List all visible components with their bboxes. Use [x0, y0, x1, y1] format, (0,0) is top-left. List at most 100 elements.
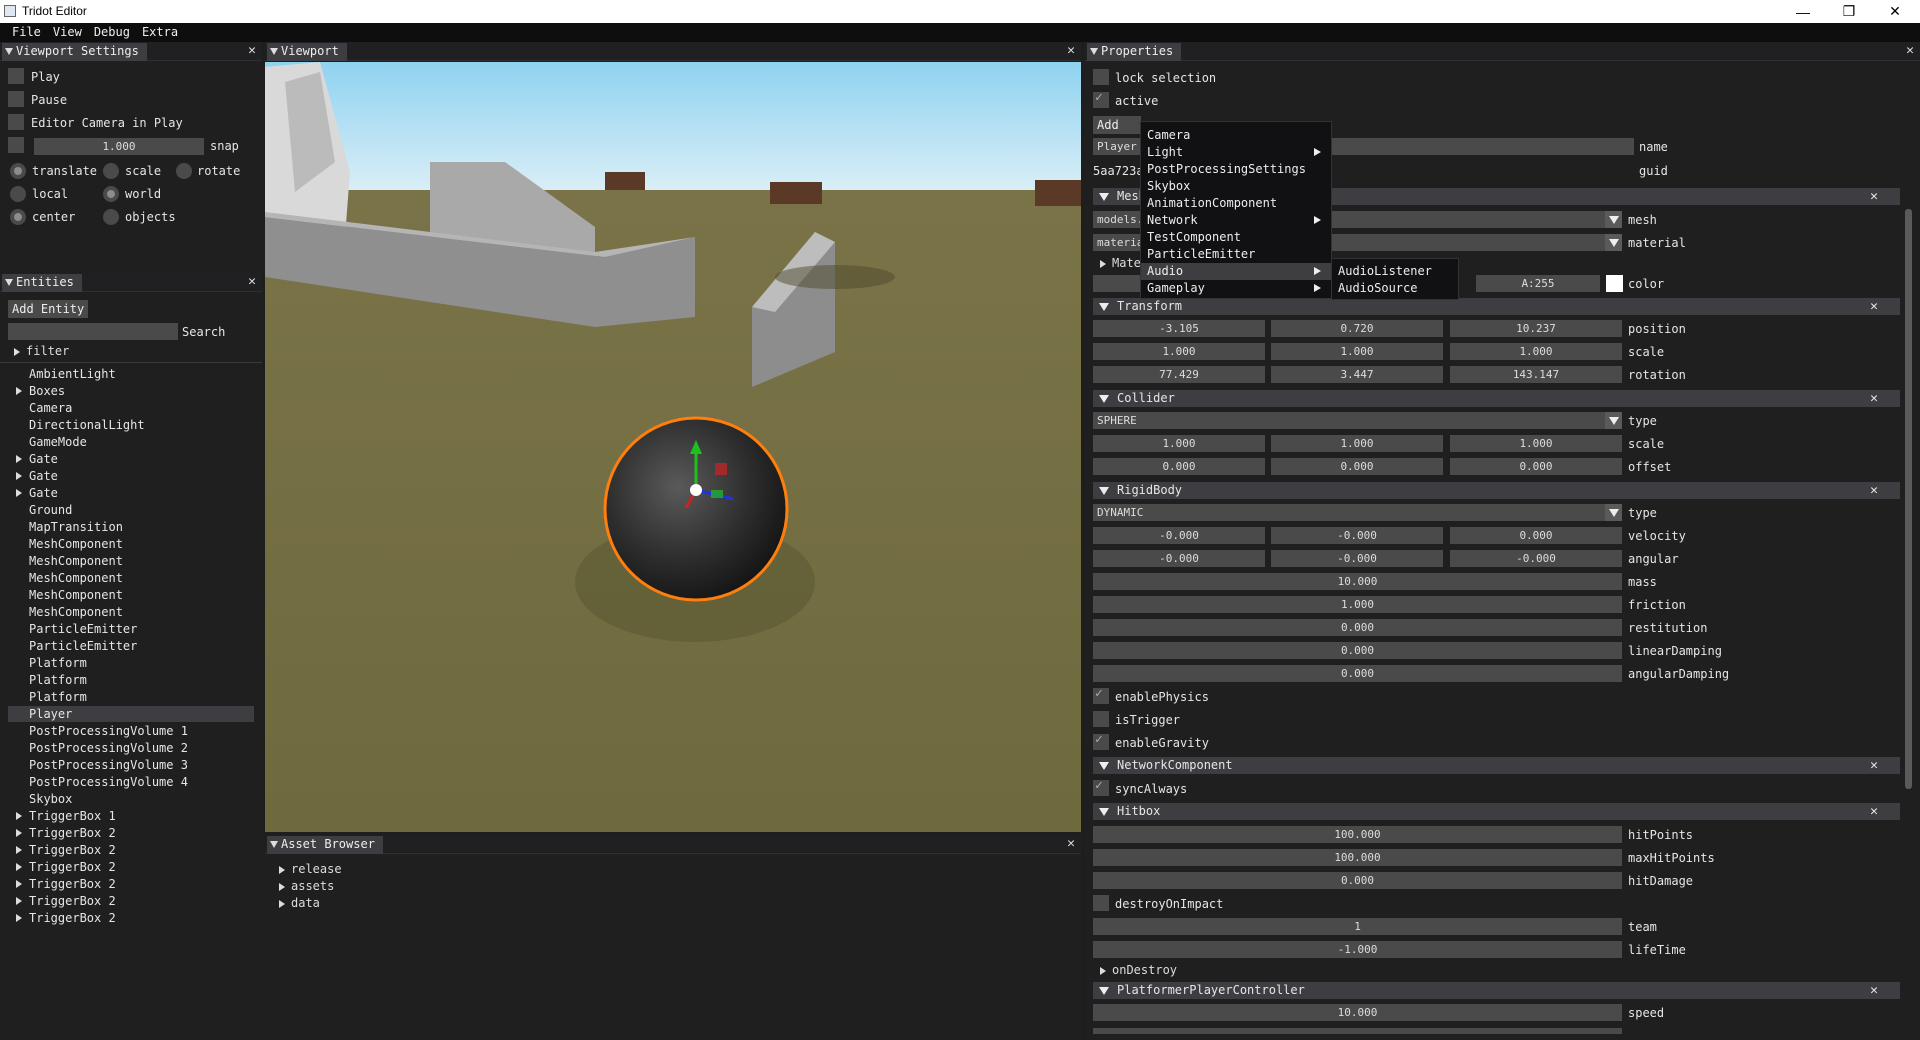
restitution-input[interactable]: 0.000 [1093, 619, 1622, 636]
velocity-field[interactable]: -0.000 [1093, 527, 1265, 544]
scale-field[interactable]: 1.000 [1271, 343, 1443, 360]
gizmo-plane-handle[interactable] [715, 463, 727, 475]
menu-item-skybox[interactable]: Skybox [1147, 179, 1190, 193]
on-destroy-toggle[interactable]: onDestroy [1100, 963, 1177, 977]
section-collider[interactable]: Collider ✕ [1093, 390, 1900, 407]
close-icon[interactable]: ✕ [1870, 482, 1878, 499]
entity-item[interactable]: TriggerBox 2 [8, 893, 254, 909]
collider-scale-field[interactable]: 1.000 [1450, 435, 1622, 452]
hit-points-input[interactable]: 100.000 [1093, 826, 1622, 843]
menu-debug[interactable]: Debug [88, 23, 136, 42]
speed-input[interactable]: 10.000 [1093, 1004, 1622, 1021]
asset-folder-release[interactable]: release [279, 862, 342, 876]
close-icon[interactable]: ✕ [1870, 188, 1878, 205]
entity-item[interactable]: PostProcessingVolume 2 [8, 740, 254, 756]
close-icon[interactable]: ✕ [1870, 298, 1878, 315]
entity-item[interactable]: Ground [8, 502, 254, 518]
entity-item[interactable]: MapTransition [8, 519, 254, 535]
position-field[interactable]: -3.105 [1093, 320, 1265, 337]
material-subtree[interactable]: Mate [1100, 256, 1141, 270]
entity-item[interactable]: DirectionalLight [8, 417, 254, 433]
close-icon[interactable]: ✕ [1870, 390, 1878, 407]
snap-input[interactable]: 1.000 [34, 138, 204, 155]
rotate-radio[interactable] [176, 163, 192, 179]
tab-asset-browser[interactable]: Asset Browser [267, 836, 383, 854]
menu-item-test-component[interactable]: TestComponent [1147, 230, 1241, 244]
entity-item[interactable]: Gate [8, 468, 254, 484]
collider-offset-field[interactable]: 0.000 [1271, 458, 1443, 475]
tab-entities[interactable]: Entities [2, 274, 82, 292]
section-hitbox[interactable]: Hitbox ✕ [1093, 803, 1900, 820]
minimize-icon[interactable]: — [1780, 0, 1826, 23]
lock-selection-checkbox[interactable] [1093, 69, 1109, 85]
pause-checkbox[interactable] [8, 91, 24, 107]
angular-damping-input[interactable]: 0.000 [1093, 665, 1622, 682]
entity-item[interactable]: Platform [8, 689, 254, 705]
play-checkbox[interactable] [8, 68, 24, 84]
entity-item[interactable]: MeshComponent [8, 604, 254, 620]
menu-item-light[interactable]: Light [1147, 145, 1183, 159]
entity-item[interactable]: Player [8, 706, 254, 722]
angular-field[interactable]: -0.000 [1271, 550, 1443, 567]
close-icon[interactable]: ✕ [1870, 757, 1878, 774]
close-icon[interactable]: ✕ [1870, 803, 1878, 820]
is-trigger-checkbox[interactable] [1093, 711, 1109, 727]
menu-item-audio-source[interactable]: AudioSource [1338, 281, 1417, 295]
gizmo-center[interactable] [690, 484, 702, 496]
add-component-button[interactable]: Add Co [1093, 116, 1141, 150]
linear-damping-input[interactable]: 0.000 [1093, 642, 1622, 659]
entity-item[interactable]: GameMode [8, 434, 254, 450]
entity-item[interactable]: TriggerBox 2 [8, 859, 254, 875]
entity-item[interactable]: AmbientLight [8, 366, 254, 382]
tab-viewport[interactable]: Viewport [267, 43, 347, 61]
scale-field[interactable]: 1.000 [1093, 343, 1265, 360]
asset-folder-data[interactable]: data [279, 896, 320, 910]
section-transform[interactable]: Transform ✕ [1093, 298, 1900, 315]
entity-item[interactable]: Gate [8, 485, 254, 501]
collider-offset-field[interactable]: 0.000 [1450, 458, 1622, 475]
scene-canvas[interactable] [265, 62, 1081, 832]
collider-scale-field[interactable]: 1.000 [1093, 435, 1265, 452]
properties-scrollbar[interactable] [1905, 209, 1912, 789]
entity-item[interactable]: MeshComponent [8, 553, 254, 569]
scale-radio[interactable] [103, 163, 119, 179]
position-field[interactable]: 10.237 [1450, 320, 1622, 337]
entity-item[interactable]: Skybox [8, 791, 254, 807]
local-radio[interactable] [10, 186, 26, 202]
menu-file[interactable]: File [6, 23, 47, 42]
entity-item[interactable]: TriggerBox 2 [8, 910, 254, 926]
gizmo-plane-handle[interactable] [711, 490, 723, 498]
section-platformer-controller[interactable]: PlatformerPlayerController ✕ [1093, 982, 1900, 999]
collider-offset-field[interactable]: 0.000 [1093, 458, 1265, 475]
entity-item[interactable]: TriggerBox 2 [8, 876, 254, 892]
team-input[interactable]: 1 [1093, 918, 1622, 935]
menu-item-gameplay[interactable]: Gameplay [1147, 281, 1205, 295]
rotation-field[interactable]: 77.429 [1093, 366, 1265, 383]
entity-item[interactable]: Platform [8, 672, 254, 688]
menu-item-network[interactable]: Network [1147, 213, 1198, 227]
sync-always-checkbox[interactable] [1093, 778, 1109, 796]
entity-item[interactable]: MeshComponent [8, 536, 254, 552]
add-entity-button[interactable]: Add Entity [8, 300, 89, 318]
close-icon[interactable]: ✕ [1067, 836, 1075, 851]
angular-field[interactable]: -0.000 [1450, 550, 1622, 567]
entity-item[interactable]: Platform [8, 655, 254, 671]
life-time-input[interactable]: -1.000 [1093, 941, 1622, 958]
entity-item[interactable]: PostProcessingVolume 1 [8, 723, 254, 739]
velocity-field[interactable]: -0.000 [1271, 527, 1443, 544]
objects-radio[interactable] [103, 209, 119, 225]
entity-item[interactable]: TriggerBox 1 [8, 808, 254, 824]
friction-input[interactable]: 1.000 [1093, 596, 1622, 613]
search-input[interactable] [8, 323, 178, 340]
velocity-field[interactable]: 0.000 [1450, 527, 1622, 544]
menu-item-animation[interactable]: AnimationComponent [1147, 196, 1277, 210]
collider-scale-field[interactable]: 1.000 [1271, 435, 1443, 452]
restore-icon[interactable]: ❐ [1826, 0, 1872, 23]
menu-view[interactable]: View [47, 23, 88, 42]
asset-folder-assets[interactable]: assets [279, 879, 334, 893]
menu-item-post-processing[interactable]: PostProcessingSettings [1147, 162, 1306, 176]
mass-input[interactable]: 10.000 [1093, 573, 1622, 590]
collider-type-dropdown[interactable]: SPHERE [1093, 412, 1622, 429]
entity-item[interactable]: MeshComponent [8, 587, 254, 603]
entity-item[interactable]: Boxes [8, 383, 254, 399]
